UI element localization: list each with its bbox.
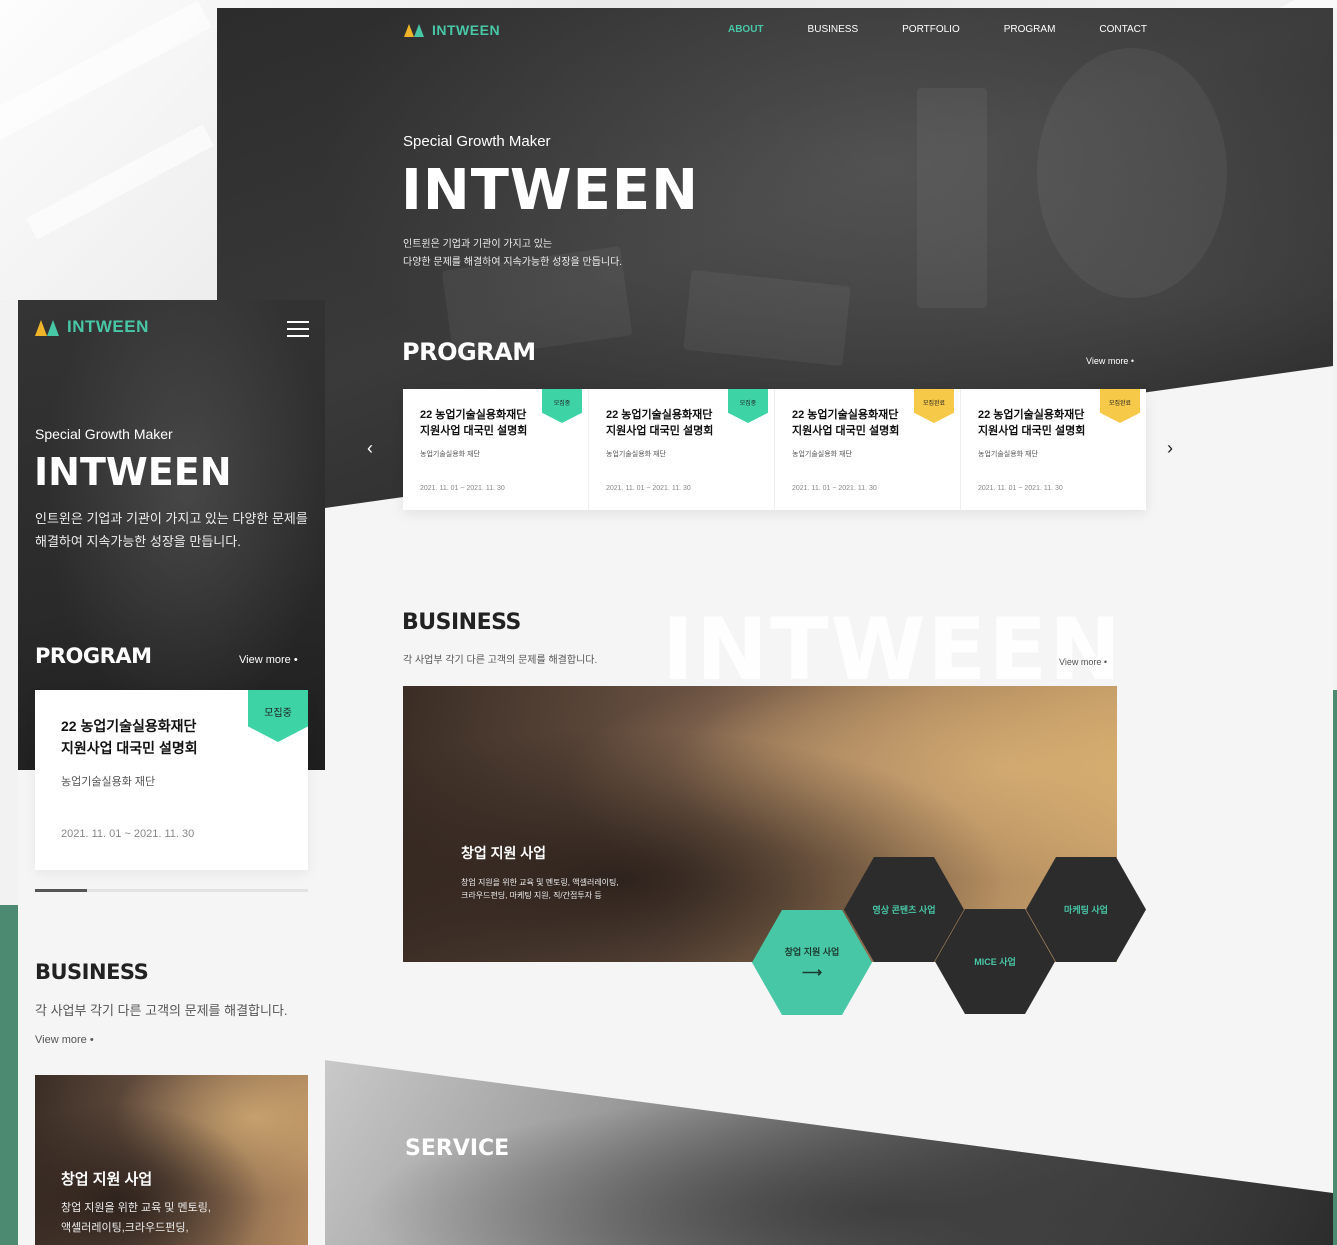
hex-label: 창업 지원 사업 [784, 946, 840, 957]
feature-description: 창업 지원을 위한 교육 및 멘토링, 액셀러레이팅,크라우드펀딩, [61, 1198, 261, 1238]
business-description: 각 사업부 각기 다른 고객의 문제를 해결합니다. [403, 655, 598, 666]
card-date: 2021. 11. 01 ~ 2021. 11. 30 [61, 828, 195, 840]
card-title: 22 농업기술실용화재단 지원사업 대국민 설명회 [420, 407, 535, 439]
logo[interactable]: INTWEEN [404, 22, 500, 38]
card-organization: 농업기술실용화 재단 [420, 451, 480, 458]
card-organization: 농업기술실용화 재단 [978, 451, 1038, 458]
card-organization: 농업기술실용화 재단 [61, 776, 156, 788]
carousel-progress-fill [35, 889, 87, 892]
mobile-logo[interactable]: INTWEEN [35, 317, 149, 337]
hero-subtitle: Special Growth Maker [403, 133, 551, 150]
main-nav: ABOUT BUSINESS PORTFOLIO PROGRAM CONTACT [728, 24, 1147, 35]
logo-mark-icon [404, 23, 426, 37]
card-title-line1: 22 농업기술실용화재단 [61, 718, 197, 734]
nav-about[interactable]: ABOUT [728, 24, 764, 35]
card-date: 2021. 11. 01 ~ 2021. 11. 30 [420, 485, 505, 492]
business-title: BUSINESS [402, 610, 521, 635]
status-badge: 모집완료 [1100, 389, 1140, 423]
nav-contact[interactable]: CONTACT [1099, 24, 1147, 35]
program-card[interactable]: 모집완료 22 농업기술실용화재단 지원사업 대국민 설명회 농업기술실용화 재… [961, 389, 1146, 510]
card-title-line1: 22 농업기술실용화재단 [978, 409, 1085, 421]
program-card[interactable]: 모집완료 22 농업기술실용화재단 지원사업 대국민 설명회 농업기술실용화 재… [775, 389, 961, 510]
logo-text: INTWEEN [432, 22, 501, 38]
card-organization: 농업기술실용화 재단 [792, 451, 852, 458]
chevron-left-icon[interactable]: ‹ [367, 438, 373, 459]
background-stripe [0, 0, 212, 150]
hex-label: 마케팅 사업 [1064, 905, 1108, 915]
card-date: 2021. 11. 01 ~ 2021. 11. 30 [606, 485, 691, 492]
feature-desc-line1: 창업 지원을 위한 교육 및 멘토링, [61, 1202, 211, 1214]
status-badge: 모집중 [728, 389, 768, 423]
card-date: 2021. 11. 01 ~ 2021. 11. 30 [978, 485, 1063, 492]
mobile-business-description: 각 사업부 각기 다른 고객의 문제를 해결합니다. [35, 1003, 288, 1018]
hamburger-menu-icon[interactable] [287, 321, 309, 337]
card-title: 22 농업기술실용화재단 지원사업 대국민 설명회 [606, 407, 721, 439]
program-card[interactable]: 모집중 22 농업기술실용화재단 지원사업 대국민 설명회 농업기술실용화 재단… [403, 389, 589, 510]
service-background [217, 1058, 1333, 1245]
status-badge: 모집완료 [914, 389, 954, 423]
mobile-program-view-more-link[interactable]: View more [239, 654, 298, 666]
background-stripe [26, 124, 214, 240]
mobile-hero-subtitle: Special Growth Maker [35, 426, 173, 442]
program-card-list: 모집중 22 농업기술실용화재단 지원사업 대국민 설명회 농업기술실용화 재단… [403, 389, 1146, 510]
hero-desc-line2: 다양한 문제를 해결하여 지속가능한 성장을 만듭니다. [403, 257, 623, 268]
hero-description: 인트윈은 기업과 기관이 가지고 있는 다양한 문제를 해결하여 지속가능한 성… [403, 236, 622, 272]
logo-text: INTWEEN [67, 317, 149, 336]
hex-label: 영상 콘텐츠 사업 [872, 905, 936, 915]
feature-description: 창업 지원을 위한 교육 및 멘토링, 액셀러레이팅, 크라우드펀딩, 마케팅 … [461, 876, 619, 902]
nav-portfolio[interactable]: PORTFOLIO [902, 24, 960, 35]
card-title-line2: 지원사업 대국민 설명회 [792, 425, 900, 437]
card-title: 22 농업기술실용화재단 지원사업 대국민 설명회 [61, 715, 231, 759]
card-title-line1: 22 농업기술실용화재단 [792, 409, 899, 421]
mobile-business-view-more-link[interactable]: View more [35, 1034, 94, 1046]
card-title-line2: 지원사업 대국민 설명회 [978, 425, 1086, 437]
nav-business[interactable]: BUSINESS [808, 24, 859, 35]
desktop-mockup: INTWEEN ABOUT BUSINESS PORTFOLIO PROGRAM… [217, 8, 1333, 1245]
mobile-hero-description: 인트윈은 기업과 기관이 가지고 있는 다양한 문제를 해결하여 지속가능한 성… [35, 511, 308, 549]
card-title-line2: 지원사업 대국민 설명회 [606, 425, 714, 437]
card-title-line1: 22 농업기술실용화재단 [420, 409, 527, 421]
program-card[interactable]: 모집중 22 농업기술실용화재단 지원사업 대국민 설명회 농업기술실용화 재단… [589, 389, 775, 510]
feature-title: 창업 지원 사업 [61, 1171, 153, 1188]
mobile-business-title: BUSINESS [35, 960, 149, 984]
hero-title: INTWEEN [401, 158, 700, 223]
carousel-progress-bar[interactable] [35, 889, 308, 892]
card-title: 22 농업기술실용화재단 지원사업 대국민 설명회 [978, 407, 1093, 439]
feature-desc-line1: 창업 지원을 위한 교육 및 멘토링, 액셀러레이팅, [461, 878, 619, 887]
service-title: SERVICE [405, 1136, 510, 1161]
chevron-right-icon[interactable]: › [1167, 438, 1173, 459]
mobile-program-card[interactable]: 모집중 22 농업기술실용화재단 지원사업 대국민 설명회 농업기술실용화 재단… [35, 690, 308, 870]
business-view-more-link[interactable]: View more [1059, 657, 1107, 667]
card-title-line2: 지원사업 대국민 설명회 [420, 425, 528, 437]
mobile-hero-title: INTWEEN [34, 450, 232, 494]
business-background-text: INTWEEN [662, 600, 1123, 700]
nav-program[interactable]: PROGRAM [1004, 24, 1056, 35]
program-title: PROGRAM [402, 338, 536, 366]
program-view-more-link[interactable]: View more [1086, 356, 1134, 366]
status-badge: 모집중 [542, 389, 582, 423]
status-badge: 모집중 [248, 690, 308, 742]
card-title: 22 농업기술실용화재단 지원사업 대국민 설명회 [792, 407, 907, 439]
feature-desc-line2: 액셀러레이팅,크라우드펀딩, [61, 1222, 189, 1234]
logo-mark-icon [35, 319, 61, 336]
arrow-right-icon: ⟶ [801, 963, 823, 980]
card-title-line2: 지원사업 대국민 설명회 [61, 740, 198, 756]
mobile-business-feature-image: 창업 지원 사업 창업 지원을 위한 교육 및 멘토링, 액셀러레이팅,크라우드… [35, 1075, 308, 1245]
hero-desc-line1: 인트윈은 기업과 기관이 가지고 있는 [403, 239, 553, 250]
feature-desc-line2: 크라우드펀딩, 마케팅 지원, 직/간접투자 등 [461, 891, 602, 900]
card-title-line1: 22 농업기술실용화재단 [606, 409, 713, 421]
mobile-program-title: PROGRAM [35, 644, 152, 668]
card-date: 2021. 11. 01 ~ 2021. 11. 30 [792, 485, 877, 492]
mobile-mockup: INTWEEN Special Growth Maker INTWEEN 인트윈… [18, 300, 325, 1245]
hex-label: MICE 사업 [974, 957, 1016, 967]
card-organization: 농업기술실용화 재단 [606, 451, 666, 458]
feature-title: 창업 지원 사업 [461, 845, 547, 861]
